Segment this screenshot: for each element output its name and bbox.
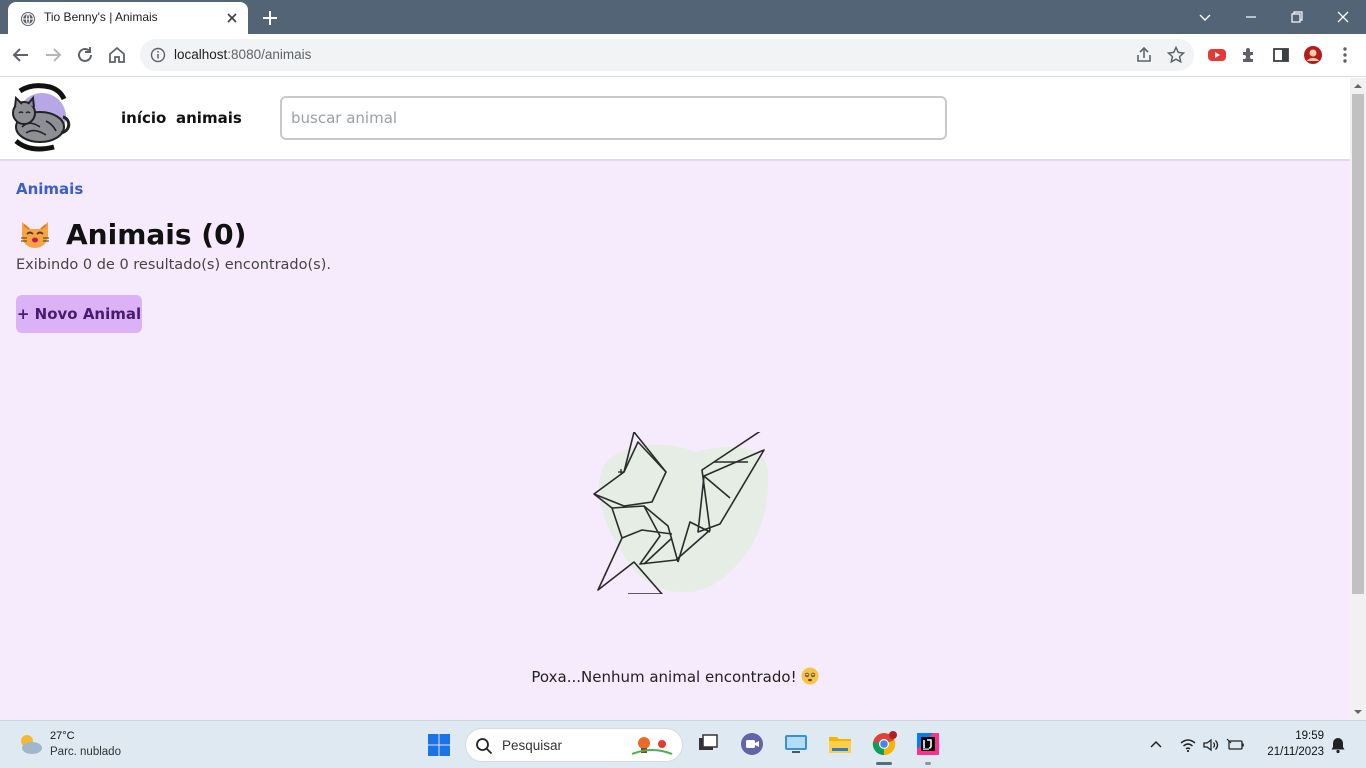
nav-link-animals[interactable]: animais (176, 109, 242, 127)
show-hidden-icons-chevron-icon[interactable] (1146, 735, 1166, 755)
intellij-running-indicator (925, 762, 931, 765)
intellij-idea-icon[interactable] (915, 731, 941, 757)
new-animal-button[interactable]: + Novo Animal (16, 295, 142, 333)
chrome-icon[interactable] (871, 731, 897, 757)
page-title-row: Animais (0) (18, 216, 246, 252)
bookmark-star-icon[interactable] (1166, 45, 1186, 65)
weather-description: Parc. nublado (50, 746, 121, 758)
tab-search-chevron-icon[interactable] (1194, 6, 1216, 28)
page-scrollbar[interactable] (1350, 78, 1366, 720)
result-count-text: Exibindo 0 de 0 resultado(s) encontrado(… (16, 257, 331, 273)
page-title: Animais (0) (66, 217, 247, 251)
taskbar-search-label: Pesquisar (502, 738, 563, 753)
browser-menu-icon[interactable] (1334, 44, 1356, 66)
partly-cloudy-icon[interactable] (16, 731, 44, 757)
extensions-puzzle-icon[interactable] (1238, 44, 1260, 66)
chat-icon[interactable] (739, 731, 765, 757)
url-text: localhost:8080/animais (174, 47, 312, 62)
clock-date[interactable]: 21/11/2023 (1252, 746, 1324, 758)
breadcrumb[interactable]: Animais (16, 180, 83, 198)
site-info-icon[interactable] (150, 47, 166, 63)
home-icon[interactable] (106, 44, 128, 66)
weather-temperature: 27°C (50, 730, 75, 742)
volume-icon[interactable] (1201, 735, 1221, 755)
wifi-icon[interactable] (1178, 735, 1198, 755)
search-highlight-icon (631, 737, 673, 755)
bennys-vet-care-logo[interactable] (6, 83, 76, 155)
side-panel-icon[interactable] (1270, 44, 1292, 66)
close-window-icon[interactable] (1332, 6, 1354, 28)
task-view-icon[interactable] (694, 731, 720, 757)
browser-toolbar: localhost:8080/animais (0, 34, 1366, 77)
address-bar[interactable]: localhost:8080/animais (140, 39, 1194, 71)
battery-icon[interactable] (1226, 735, 1246, 755)
search-animal-input[interactable] (280, 96, 947, 140)
youtube-extension-icon[interactable] (1206, 44, 1228, 66)
profile-avatar[interactable] (1302, 44, 1324, 66)
remote-desktop-icon[interactable] (783, 731, 809, 757)
restore-icon[interactable] (1286, 6, 1308, 28)
scrollbar-thumb[interactable] (1352, 94, 1364, 594)
close-tab-icon[interactable] (224, 10, 240, 26)
back-arrow-icon[interactable] (10, 44, 32, 66)
globe-icon (21, 12, 35, 26)
sad-face-icon (801, 667, 819, 685)
notification-bell-icon[interactable] (1328, 735, 1348, 755)
minimize-icon[interactable] (1240, 6, 1262, 28)
site-header: início animais (0, 78, 1350, 161)
empty-state-message: Poxa...Nenhum animal encontrado! (0, 667, 1350, 686)
chrome-active-indicator (876, 762, 892, 765)
clock-time[interactable]: 19:59 (1262, 730, 1324, 742)
reload-icon[interactable] (74, 44, 96, 66)
windows-start-icon[interactable] (427, 733, 451, 757)
tab-title: Tio Benny's | Animais (44, 10, 158, 24)
cat-face-icon (21, 222, 49, 248)
browser-tab[interactable]: Tio Benny's | Animais (8, 2, 248, 34)
new-tab-icon[interactable] (260, 8, 280, 28)
taskbar-search-box[interactable]: Pesquisar (465, 728, 683, 762)
scroll-down-icon[interactable] (1354, 708, 1362, 716)
browser-tab-bar: Tio Benny's | Animais (0, 0, 1366, 34)
scroll-up-icon[interactable] (1354, 82, 1362, 90)
file-explorer-icon[interactable] (827, 731, 853, 757)
windows-taskbar: 27°C Parc. nublado Pesquisar 19:59 21/11… (0, 720, 1366, 768)
nav-link-home[interactable]: início (121, 109, 166, 127)
page-viewport: início animais Animais Animais (0) Exibi… (0, 78, 1350, 720)
origami-squirrel-illustration (593, 432, 769, 594)
search-icon (476, 738, 493, 755)
forward-arrow-icon[interactable] (42, 44, 64, 66)
share-icon[interactable] (1134, 45, 1154, 65)
